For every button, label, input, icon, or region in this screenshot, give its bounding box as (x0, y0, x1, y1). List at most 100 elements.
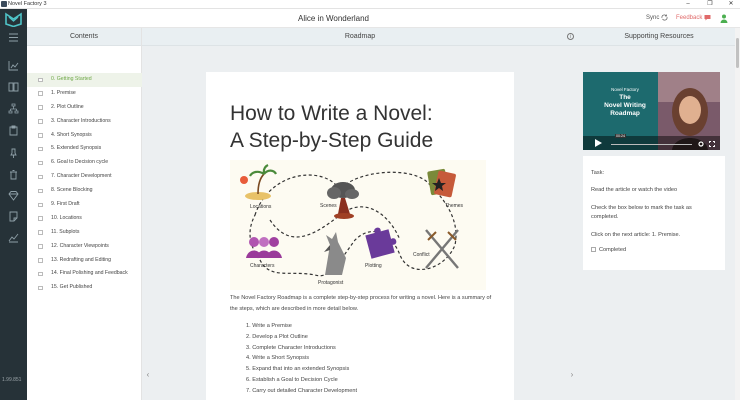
contents-item[interactable]: 8. Scene Blocking (27, 184, 142, 198)
version-label: 1.99.851 (2, 377, 22, 383)
contents-item[interactable]: 10. Locations (27, 212, 142, 226)
item-checkbox[interactable] (38, 230, 43, 235)
sync-button[interactable]: Sync (646, 9, 668, 28)
previous-article-arrow[interactable]: ‹ (143, 368, 153, 382)
scrollbar-thumb[interactable] (736, 38, 739, 68)
item-checkbox[interactable] (38, 244, 43, 249)
item-checkbox[interactable] (38, 91, 43, 96)
window-title: Novel Factory 3 (8, 1, 47, 7)
task-instruction-1: Read the article or watch the video (591, 187, 678, 193)
contents-item[interactable]: 5. Extended Synopsis (27, 142, 142, 156)
novel-factory-logo[interactable] (5, 12, 22, 27)
task-instruction-2: Check the box below to mark the task as … (591, 205, 692, 220)
completed-checkbox[interactable] (591, 247, 596, 253)
step-item: 2. Develop a Plot Outline (246, 333, 308, 340)
document-title: Alice in Wonderland (297, 14, 369, 23)
contents-item-label: 1. Premise (51, 89, 76, 96)
label-protagonist: Protagonist (318, 280, 344, 286)
label-themes: Themes (445, 203, 464, 209)
info-icon[interactable]: i (567, 33, 574, 40)
contents-item-label: 7. Character Development (51, 173, 112, 180)
right-scrollbar[interactable] (735, 28, 740, 400)
item-checkbox[interactable] (38, 133, 43, 138)
contents-item-label: 9. First Draft (51, 201, 80, 208)
video-brand: Novel Factory (611, 87, 639, 92)
app-header: Alice in Wonderland Sync Feedback (27, 9, 740, 28)
clipboard-icon[interactable] (8, 125, 19, 136)
contents-item-label: 5. Extended Synopsis (51, 145, 102, 152)
item-checkbox[interactable] (38, 271, 43, 277)
contents-item[interactable]: 4. Short Synopsis (27, 129, 142, 143)
hierarchy-icon[interactable] (8, 103, 19, 114)
contents-item-label: 12. Character Viewpoints (51, 242, 109, 249)
item-checkbox[interactable] (38, 258, 43, 263)
completed-checkbox-row[interactable]: Completed (591, 247, 626, 253)
item-checkbox[interactable] (38, 188, 43, 194)
menu-icon[interactable] (8, 32, 19, 43)
article-heading: How to Write a Novel: A Step-by-Step Gui… (230, 100, 500, 154)
contents-item[interactable]: 11. Subplots (27, 226, 142, 240)
contents-item-label: 14. Final Polishing and Feedback (51, 270, 128, 277)
contents-item-label: 10. Locations (51, 214, 82, 221)
contents-panel: Contents 0. Getting Started 1. Premise 2… (27, 28, 142, 400)
feedback-label: Feedback (676, 15, 703, 21)
item-checkbox[interactable] (38, 216, 43, 221)
contents-item[interactable]: 2. Plot Outline (27, 101, 142, 115)
item-checkbox[interactable] (38, 174, 43, 180)
maximize-button[interactable]: ❐ (701, 0, 719, 9)
feedback-button[interactable]: Feedback (676, 9, 711, 28)
note-icon[interactable] (8, 211, 19, 222)
stats-icon[interactable] (8, 60, 19, 71)
gem-icon[interactable] (8, 190, 19, 201)
label-locations: Locations (250, 204, 272, 210)
contents-item[interactable]: 15. Get Published (27, 281, 142, 295)
item-checkbox[interactable] (38, 146, 43, 152)
item-checkbox[interactable] (38, 77, 43, 82)
item-checkbox[interactable] (38, 119, 43, 124)
step-item: 1. Write a Premise (246, 323, 292, 329)
next-article-arrow[interactable]: › (567, 368, 577, 382)
chart-icon[interactable] (8, 232, 19, 243)
task-label: Task: (591, 170, 605, 176)
label-plotting: Plotting (365, 263, 382, 269)
item-checkbox[interactable] (38, 202, 43, 208)
contents-title: Contents (27, 28, 141, 46)
roadmap-panel: Roadmap i ‹ › How to Write a Novel: A St… (142, 28, 578, 400)
contents-list: 0. Getting Started 1. Premise 2. Plot Ou… (27, 73, 142, 295)
contents-item[interactable]: 13. Redrafting and Editing (27, 254, 142, 268)
video-title-line-2: Novel Writing (604, 102, 646, 109)
article-page: How to Write a Novel: A Step-by-Step Gui… (206, 72, 514, 400)
contents-item[interactable]: 14. Final Polishing and Feedback (27, 267, 142, 281)
item-checkbox[interactable] (38, 285, 43, 291)
contents-item-label: 0. Getting Started (51, 76, 92, 82)
video-player[interactable]: Novel Factory The Novel Writing Roadmap … (583, 72, 720, 150)
contents-item[interactable]: 6. Goal to Decision cycle (27, 156, 142, 170)
contents-item-label: 11. Subplots (51, 228, 80, 235)
speech-bubble-icon (704, 14, 711, 21)
contents-item[interactable]: 1. Premise (27, 87, 142, 101)
item-checkbox[interactable] (38, 160, 43, 166)
video-progress-bar[interactable] (611, 143, 692, 145)
settings-gear-icon[interactable] (698, 141, 704, 147)
sync-label: Sync (646, 15, 660, 21)
pin-icon[interactable] (8, 148, 19, 159)
book-icon[interactable] (8, 81, 19, 92)
contents-item[interactable]: 12. Character Viewpoints (27, 240, 142, 254)
fullscreen-icon[interactable] (709, 141, 715, 147)
play-icon[interactable] (595, 139, 602, 147)
trash-icon[interactable] (8, 169, 19, 180)
completed-label: Completed (599, 247, 627, 253)
contents-item[interactable]: 9. First Draft (27, 198, 142, 212)
contents-item[interactable]: 7. Character Development (27, 170, 142, 184)
contents-item[interactable]: 3. Character Introductions (27, 115, 142, 129)
close-button[interactable]: ✕ (722, 0, 740, 9)
step-item: 6. Establish a Goal to Decision Cycle (246, 376, 338, 383)
contents-item-label: 8. Scene Blocking (51, 187, 93, 194)
step-item: 7. Carry out detailed Character Developm… (246, 387, 357, 394)
minimize-button[interactable]: – (679, 0, 697, 9)
user-icon[interactable] (720, 14, 728, 23)
contents-item[interactable]: 0. Getting Started (27, 73, 142, 87)
contents-item-label: 13. Redrafting and Editing (51, 256, 111, 263)
heading-line-2: A Step-by-Step Guide (230, 129, 434, 152)
item-checkbox[interactable] (38, 105, 43, 110)
